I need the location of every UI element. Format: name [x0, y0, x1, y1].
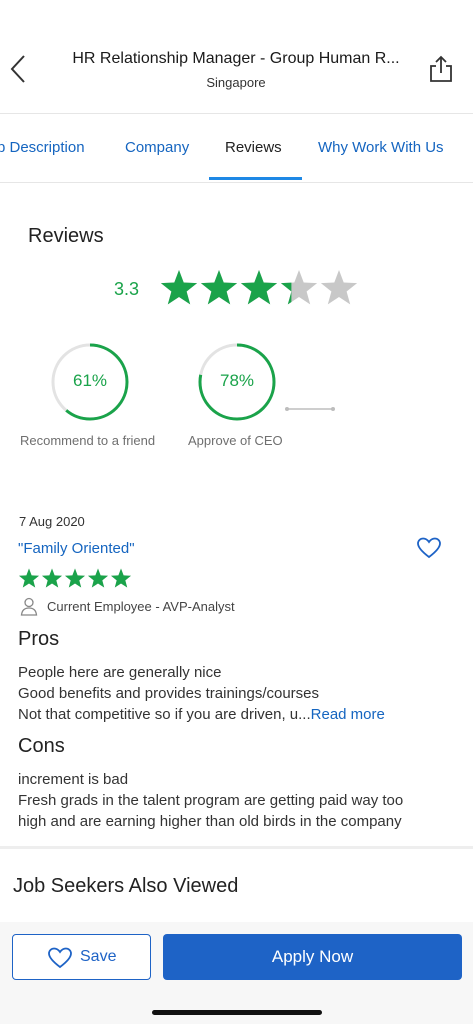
person-icon [20, 597, 38, 616]
recommend-label: Recommend to a friend [20, 433, 156, 448]
pros-line-text: Not that competitive so if you are drive… [18, 706, 311, 723]
pros-line: People here are generally nice [18, 664, 222, 681]
apply-now-button[interactable]: Apply Now [163, 934, 462, 980]
rating-stars [160, 270, 358, 305]
star-fill [200, 270, 238, 305]
reviews-heading: Reviews [28, 225, 104, 247]
carousel-indicator [285, 407, 335, 411]
heart-icon[interactable] [416, 536, 442, 560]
home-indicator [152, 1010, 322, 1015]
star-fill [65, 568, 85, 588]
reviewer-role: Current Employee - AVP-Analyst [47, 599, 235, 614]
job-title: HR Relationship Manager - Group Human R.… [72, 50, 400, 67]
pros-line: Good benefits and provides trainings/cou… [18, 685, 320, 702]
star-fill [42, 568, 62, 588]
tab-reviews[interactable]: Reviews [225, 139, 282, 156]
tab-bar: b Description Company Reviews Why Work W… [0, 113, 473, 183]
star-fill [111, 568, 131, 588]
review-stars [19, 568, 131, 588]
apply-now-label: Apply Now [271, 947, 354, 966]
cons-line: increment is bad [18, 771, 129, 788]
active-tab-indicator [209, 177, 302, 180]
star-icon [320, 270, 358, 305]
pros-line: Not that competitive so if you are drive… [18, 706, 385, 723]
review-title[interactable]: "Family Oriented" [18, 540, 135, 557]
ceo-approval-percent: 78% [219, 371, 255, 390]
read-more-link[interactable]: Read more [311, 706, 385, 723]
ceo-approval-label: Approve of CEO [188, 433, 283, 448]
cons-line: high and are earning higher than old bir… [18, 813, 402, 830]
save-button-label: Save [80, 948, 117, 965]
section-divider [0, 846, 473, 849]
cons-heading: Cons [18, 735, 65, 757]
share-icon[interactable] [428, 54, 454, 84]
cons-line: Fresh grads in the talent program are ge… [18, 792, 404, 809]
star-fill [240, 270, 278, 305]
tab-company[interactable]: Company [125, 139, 189, 156]
tab-why-work-with-us[interactable]: Why Work With Us [318, 139, 444, 156]
also-viewed-heading: Job Seekers Also Viewed [13, 875, 239, 897]
star-fill [88, 568, 108, 588]
header: HR Relationship Manager - Group Human R.… [0, 0, 473, 112]
star-fill [19, 568, 39, 588]
heart-icon [48, 947, 72, 969]
job-location: Singapore [206, 75, 266, 90]
overall-rating: 3.3 [114, 279, 140, 299]
pros-heading: Pros [18, 628, 60, 650]
star-fill [160, 270, 198, 305]
recommend-percent: 61% [72, 371, 108, 390]
review-date: 7 Aug 2020 [19, 514, 85, 529]
save-button[interactable]: Save [12, 934, 151, 980]
chevron-left-icon[interactable] [8, 52, 30, 86]
tab-job-description[interactable]: b Description [0, 139, 85, 156]
